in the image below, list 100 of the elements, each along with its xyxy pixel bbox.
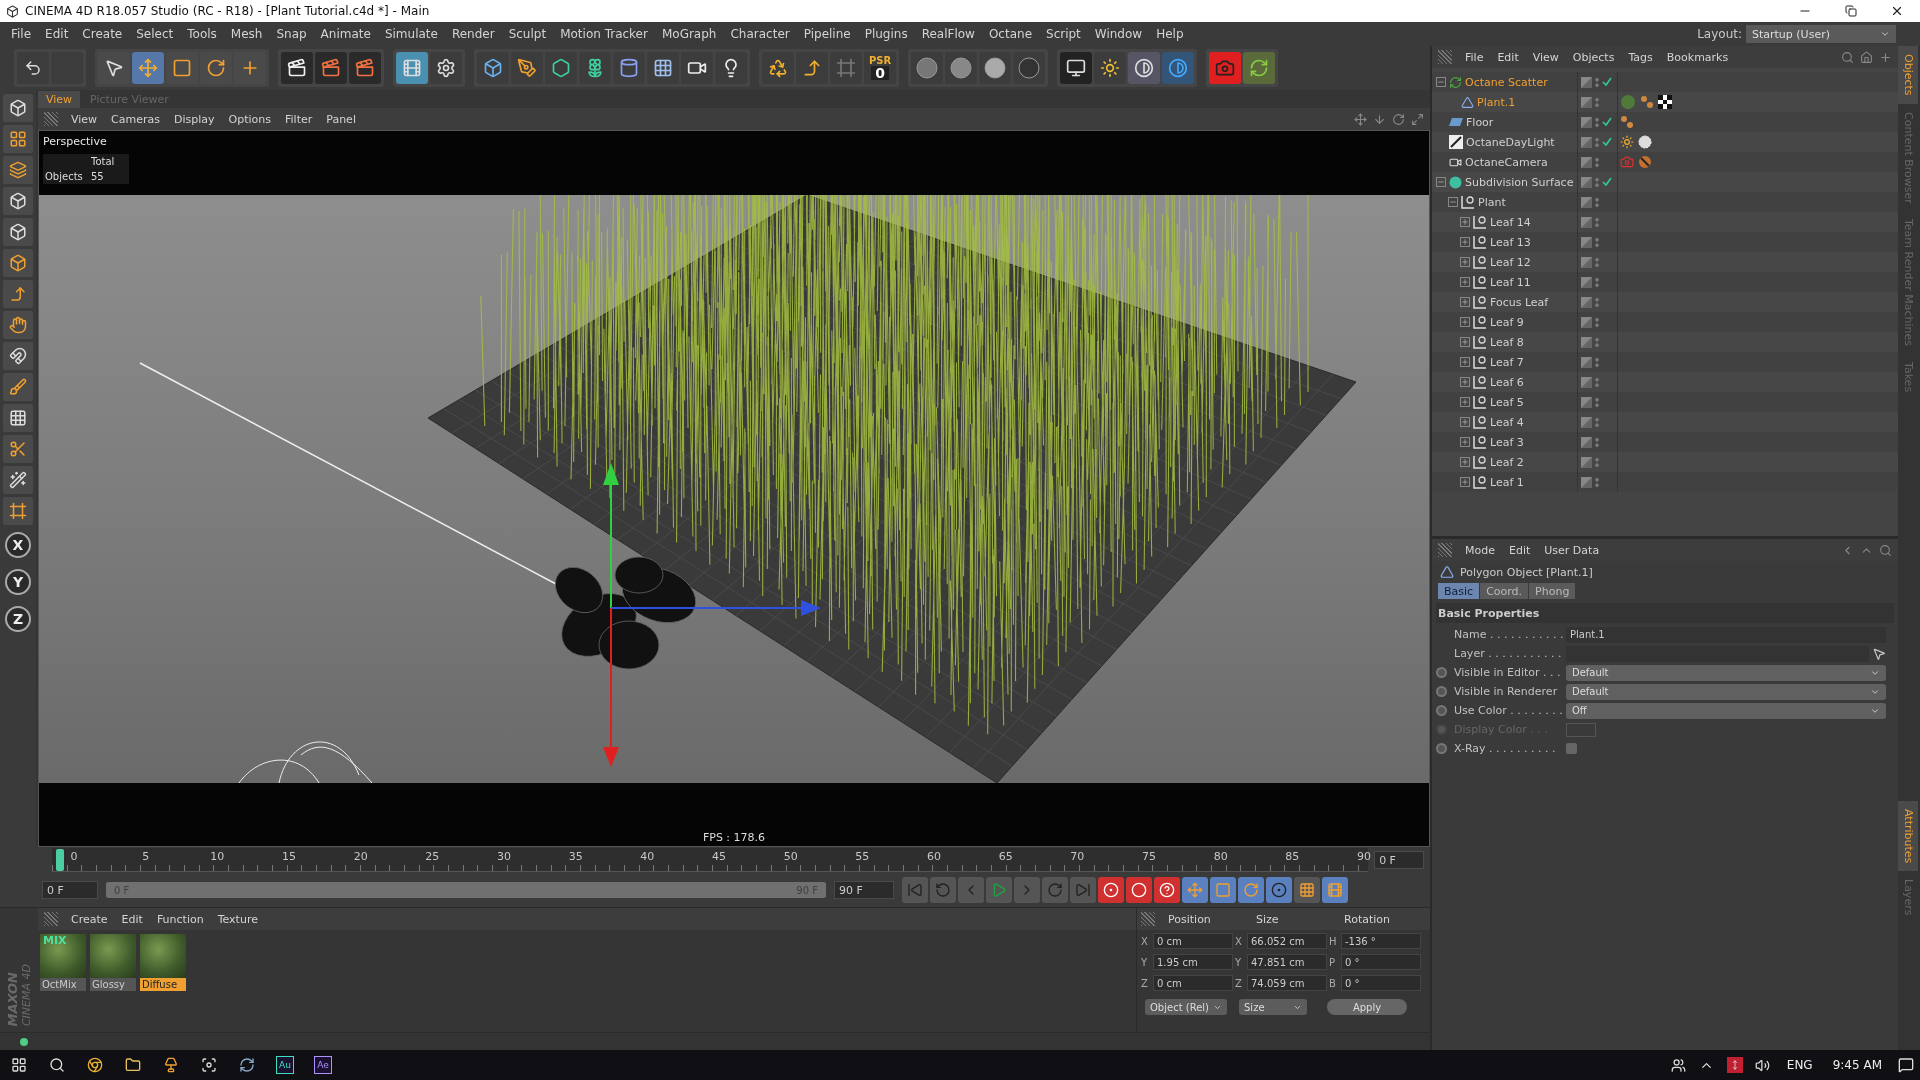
menu-item[interactable]: RealFlow — [914, 27, 982, 41]
menu-item[interactable]: File — [1458, 50, 1491, 64]
axis-lock-button[interactable]: Z — [5, 606, 31, 632]
position-field[interactable]: 0 cm — [1153, 975, 1233, 991]
object-name: Leaf 9 — [1490, 315, 1524, 329]
axis-lock-button[interactable]: X — [5, 532, 31, 558]
attribute-tab[interactable]: Phong — [1529, 583, 1576, 599]
object-name: Leaf 2 — [1490, 455, 1524, 469]
menu-item[interactable]: MoGraph — [654, 27, 724, 41]
position-field[interactable]: 1.95 cm — [1153, 954, 1233, 970]
menu-item[interactable]: Create — [75, 27, 130, 41]
field-label: Visible in Renderer — [1454, 685, 1559, 698]
frame-tick-label: 90 — [1357, 850, 1371, 863]
menu-item[interactable]: View — [1525, 50, 1566, 64]
size-mode-dropdown[interactable]: Size — [1239, 999, 1307, 1015]
object-name: Focus Leaf — [1490, 295, 1549, 309]
object-name: Leaf 11 — [1490, 275, 1531, 289]
menu-item[interactable]: File — [4, 27, 39, 41]
menu-item[interactable]: Sculpt — [501, 27, 554, 41]
menu-item[interactable]: Function — [149, 912, 211, 926]
menu-item[interactable]: Plugins — [857, 27, 915, 41]
frame-tick-label: 25 — [425, 850, 440, 863]
object-name: Leaf 3 — [1490, 435, 1524, 449]
rotation-field[interactable]: 0 ° — [1341, 954, 1421, 970]
menu-item[interactable]: Texture — [210, 912, 265, 926]
attribute-tab[interactable]: Basic — [1438, 583, 1480, 599]
frame-tick-label: 5 — [142, 850, 150, 863]
menu-item[interactable]: Render — [444, 27, 502, 41]
menu-item[interactable]: Edit — [114, 912, 150, 926]
psr-button[interactable]: PSR 0 — [864, 52, 896, 84]
layout-dropdown[interactable]: Startup (User) — [1746, 25, 1896, 43]
stats-value: 55 — [91, 171, 105, 182]
taskbar-app[interactable]: Ae — [314, 1056, 332, 1074]
menu-item[interactable]: Edit — [1490, 50, 1526, 64]
menu-item[interactable]: Create — [64, 912, 115, 926]
menu-item[interactable]: Display — [167, 112, 222, 126]
dropdown[interactable]: Default — [1566, 664, 1886, 681]
menu-item[interactable]: Window — [1087, 27, 1150, 41]
column-header: Size — [1255, 912, 1280, 926]
axis-label: X — [1235, 935, 1243, 947]
menu-item[interactable]: Mesh — [223, 27, 270, 41]
apply-button[interactable]: Apply — [1327, 999, 1407, 1015]
clock[interactable]: 9:45 AM — [1832, 1058, 1882, 1072]
attribute-tab[interactable]: Coord. — [1480, 583, 1529, 599]
rotation-field[interactable]: -136 ° — [1341, 933, 1421, 949]
name-field[interactable]: Plant.1 — [1566, 626, 1886, 643]
layout-label: Layout: — [1697, 27, 1742, 41]
side-tab[interactable]: Attributes — [1898, 800, 1918, 871]
view-tab[interactable]: View — [38, 91, 81, 108]
position-field[interactable]: 0 cm — [1153, 933, 1233, 949]
object-name: Leaf 5 — [1490, 395, 1524, 409]
frame-tick-label: 10 — [210, 850, 225, 863]
dropdown[interactable]: Default — [1566, 683, 1886, 700]
menu-item[interactable]: Select — [129, 27, 181, 41]
field-label: Name . . . . . . . . . . . — [1454, 628, 1565, 641]
menu-item[interactable]: Edit — [38, 27, 76, 41]
menu-item[interactable]: Panel — [319, 112, 363, 126]
menu-item[interactable]: Simulate — [377, 27, 445, 41]
coordinate-mode-dropdown[interactable]: Object (Rel) — [1145, 999, 1227, 1015]
object-name: Leaf 4 — [1490, 415, 1524, 429]
menu-item[interactable]: Script — [1039, 27, 1088, 41]
end-frame-field[interactable]: 90 F — [834, 881, 894, 899]
axis-label: Y — [1141, 956, 1149, 968]
menu-item[interactable]: Filter — [278, 112, 320, 126]
side-tab[interactable]: Objects — [1898, 46, 1918, 104]
menu-item[interactable]: Mode — [1458, 543, 1502, 557]
size-field[interactable]: 47.851 cm — [1247, 954, 1327, 970]
axis-label: P — [1329, 956, 1337, 968]
frame-tick-label: 40 — [640, 850, 655, 863]
menu-item[interactable]: Edit — [1502, 543, 1538, 557]
menu-item[interactable]: View — [64, 112, 105, 126]
menu-item[interactable]: Pipeline — [796, 27, 858, 41]
menu-item[interactable]: Objects — [1565, 50, 1622, 64]
current-frame-field[interactable]: 0 F — [1374, 851, 1424, 869]
menu-item[interactable]: Motion Tracker — [553, 27, 655, 41]
axis-label: Z — [1235, 977, 1243, 989]
dropdown[interactable]: Off — [1566, 702, 1886, 719]
menu-item[interactable]: Tags — [1621, 50, 1660, 64]
size-field[interactable]: 66.052 cm — [1247, 933, 1327, 949]
language-indicator[interactable]: ENG — [1786, 1058, 1813, 1072]
object-name: OctaneDayLight — [1466, 135, 1555, 149]
menu-item[interactable]: Cameras — [104, 112, 167, 126]
rotation-field[interactable]: 0 ° — [1341, 975, 1421, 991]
size-field[interactable]: 74.059 cm — [1247, 975, 1327, 991]
menu-item[interactable]: Character — [723, 27, 797, 41]
frame-tick-label: 70 — [1070, 850, 1085, 863]
axis-lock-button[interactable]: Y — [5, 569, 31, 595]
menu-item[interactable]: Snap — [269, 27, 314, 41]
menu-item[interactable]: Tools — [180, 27, 224, 41]
menu-item[interactable]: Help — [1149, 27, 1191, 41]
taskbar-app[interactable]: Au — [276, 1056, 294, 1074]
menu-item[interactable]: Animate — [313, 27, 378, 41]
menu-item[interactable]: Octane — [981, 27, 1039, 41]
menu-item[interactable]: Options — [221, 112, 278, 126]
frame-tick-label: 45 — [712, 850, 726, 863]
menu-item[interactable]: User Data — [1537, 543, 1607, 557]
frame-tick-label: 20 — [353, 850, 368, 863]
menu-item[interactable]: Bookmarks — [1659, 50, 1736, 64]
start-frame-field[interactable]: 0 F — [42, 881, 98, 899]
object-name: Subdivision Surface — [1465, 175, 1574, 189]
